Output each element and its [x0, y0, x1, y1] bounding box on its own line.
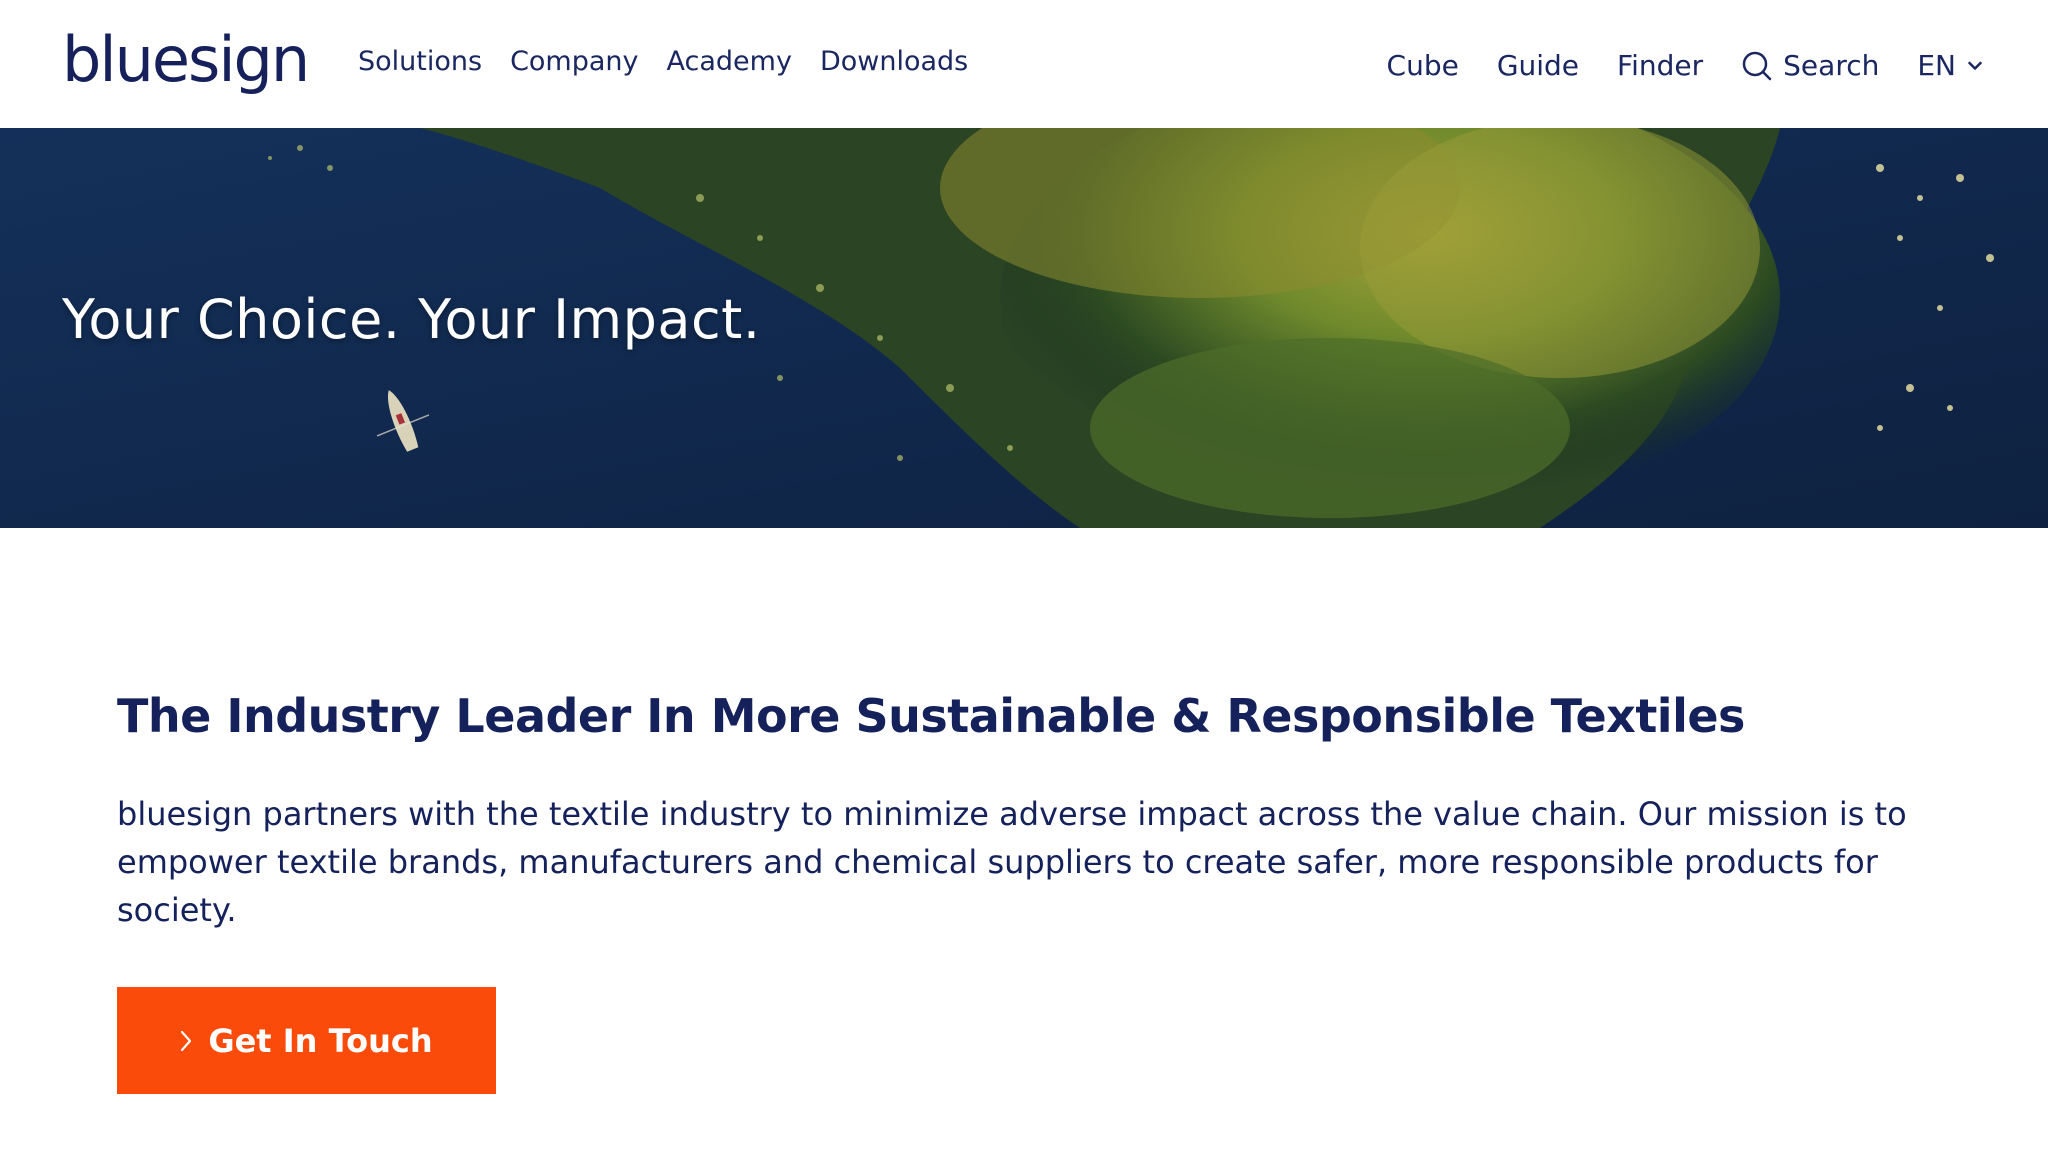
site-header: bluesign Solutions Company Academy Downl…: [0, 0, 2048, 128]
secondary-nav: Cube Guide Finder Search EN: [1387, 46, 1982, 86]
primary-nav: Solutions Company Academy Downloads: [358, 42, 968, 82]
nav-item-solutions[interactable]: Solutions: [358, 42, 482, 82]
nav-item-finder[interactable]: Finder: [1617, 46, 1703, 86]
search-icon: [1741, 50, 1773, 82]
hero-banner: Your Choice. Your Impact.: [0, 128, 2048, 528]
section-headline: The Industry Leader In More Sustainable …: [117, 689, 1745, 743]
language-label: EN: [1917, 49, 1956, 82]
nav-item-company[interactable]: Company: [510, 42, 638, 82]
hero-title: Your Choice. Your Impact.: [62, 288, 761, 351]
nav-item-downloads[interactable]: Downloads: [820, 42, 968, 82]
bluesign-logo[interactable]: bluesign: [62, 20, 310, 100]
get-in-touch-label: Get In Touch: [208, 1021, 433, 1060]
intro-section: The Industry Leader In More Sustainable …: [117, 680, 1937, 934]
section-description: bluesign partners with the textile indus…: [117, 795, 1907, 929]
nav-item-cube[interactable]: Cube: [1387, 46, 1459, 86]
search-button[interactable]: Search: [1741, 46, 1879, 86]
nav-item-guide[interactable]: Guide: [1497, 46, 1579, 86]
language-selector[interactable]: EN: [1917, 46, 1982, 86]
get-in-touch-button[interactable]: Get In Touch: [117, 987, 496, 1094]
chevron-down-icon: [1968, 61, 1982, 71]
chevron-right-icon: [180, 1030, 192, 1052]
nav-item-academy[interactable]: Academy: [667, 42, 792, 82]
search-label: Search: [1783, 49, 1880, 82]
